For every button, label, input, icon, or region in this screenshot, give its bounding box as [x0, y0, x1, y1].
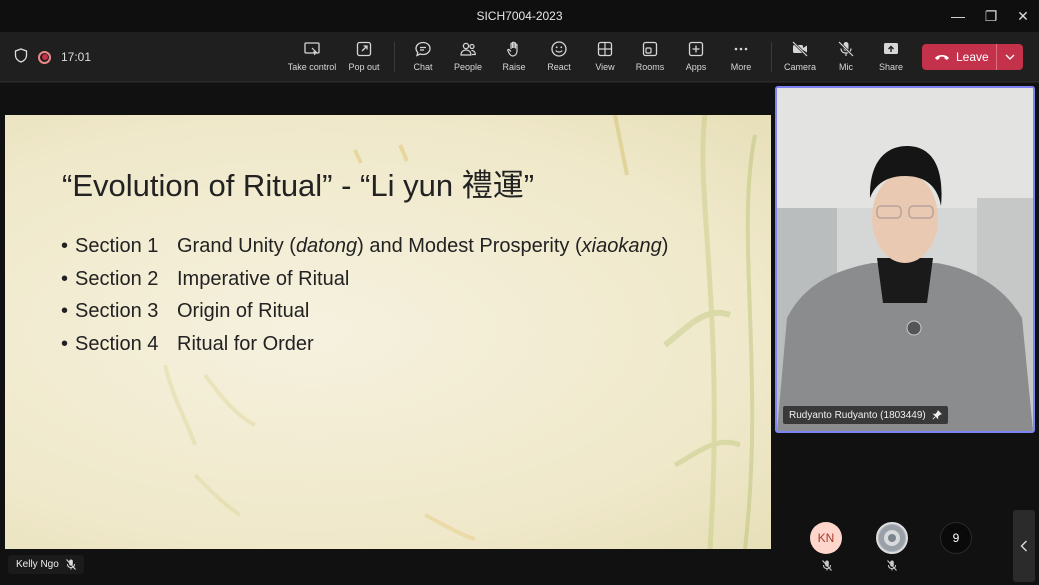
- section-title: Origin of Ritual: [177, 300, 310, 322]
- presenter-name: Kelly Ngo: [16, 559, 59, 570]
- section-text-part: ) and Modest Prosperity (: [357, 235, 582, 257]
- take-control-icon: [304, 42, 320, 56]
- participant-nameplate: Rudyanto Rudyanto (1803449): [783, 406, 948, 424]
- pop-out-button[interactable]: Pop out: [337, 40, 391, 80]
- people-label: People: [453, 62, 483, 72]
- phone-hangup-icon: [935, 55, 949, 60]
- section-number: Section 3: [75, 300, 159, 322]
- pin-icon[interactable]: [932, 410, 942, 420]
- participant-name: Rudyanto Rudyanto (1803449): [789, 409, 926, 421]
- mic-off-icon: [838, 41, 854, 57]
- mic-label: Mic: [839, 62, 853, 72]
- leave-main[interactable]: Leave: [922, 44, 997, 70]
- take-control-label: Take control: [287, 62, 337, 72]
- apps-label: Apps: [685, 62, 707, 72]
- overflow-count: 9: [952, 531, 960, 545]
- leave-button[interactable]: Leave: [922, 44, 1023, 70]
- window-title: SICH7004-2023: [476, 9, 563, 23]
- chevron-left-icon: [1020, 540, 1027, 552]
- rooms-label: Rooms: [635, 62, 665, 72]
- recording-icon: [38, 50, 51, 64]
- leave-label: Leave: [956, 50, 989, 64]
- section-title: Grand Unity (datong) and Modest Prosperi…: [177, 230, 668, 263]
- camera-label: Camera: [783, 62, 816, 72]
- mic-off-icon: [887, 560, 897, 574]
- camera-off-icon: [792, 41, 808, 57]
- list-item: • Section 4 Ritual for Order: [61, 328, 668, 361]
- more-participants-button[interactable]: 9: [940, 522, 972, 554]
- list-item: • Section 2 Imperative of Ritual: [61, 263, 668, 296]
- section-number: Section 1: [75, 235, 159, 257]
- take-control-button[interactable]: Take control: [285, 40, 339, 80]
- meeting-toolbar: 17:01 Take control Pop out Chat People R…: [0, 32, 1039, 82]
- add-icon: [688, 41, 704, 57]
- more-label: More: [730, 62, 752, 72]
- section-text-italic: datong: [295, 235, 358, 257]
- bullet: •: [61, 235, 69, 257]
- meeting-timer: 17:01: [61, 50, 92, 64]
- pop-out-icon: [356, 41, 372, 57]
- avatar-initials: KN: [817, 531, 835, 545]
- section-number: Section 2: [75, 267, 159, 290]
- bullet: •: [61, 332, 69, 355]
- chat-label: Chat: [413, 62, 433, 72]
- section-text-part: Grand Unity (: [177, 235, 296, 257]
- mic-off-icon: [65, 559, 76, 570]
- slide-title: “Evolution of Ritual” - “Li yun 禮運”: [62, 168, 535, 203]
- minimize-button[interactable]: —: [944, 4, 972, 28]
- avatar[interactable]: [876, 522, 908, 554]
- react-label: React: [547, 62, 571, 72]
- grid-icon: [597, 41, 613, 57]
- restore-button[interactable]: ❐: [977, 4, 1005, 28]
- section-list: • Section 1 Grand Unity (datong) and Mod…: [61, 230, 668, 360]
- view-label: View: [595, 62, 615, 72]
- section-text-italic: xiaokang: [581, 235, 662, 257]
- avatar[interactable]: KN: [810, 522, 842, 554]
- section-title: Ritual for Order: [177, 332, 314, 355]
- hand-icon: [507, 41, 518, 57]
- profile-photo-icon: [879, 525, 905, 551]
- more-button[interactable]: More: [714, 40, 768, 80]
- share-button[interactable]: Share: [864, 40, 918, 80]
- list-item: • Section 3 Origin of Ritual: [61, 295, 668, 328]
- toolbar-divider: [771, 42, 772, 72]
- people-icon: [460, 42, 476, 56]
- more-icon: [734, 47, 748, 51]
- title-bar: SICH7004-2023 — ❐ ✕: [0, 0, 1039, 32]
- meeting-info: 17:01: [14, 48, 91, 66]
- close-button[interactable]: ✕: [1009, 4, 1037, 28]
- toolbar-divider: [394, 42, 395, 72]
- rooms-icon: [642, 41, 658, 57]
- bullet: •: [61, 267, 69, 290]
- share-icon: [884, 43, 898, 54]
- section-title: Imperative of Ritual: [177, 267, 350, 290]
- smiley-icon: [551, 41, 567, 57]
- shield-icon[interactable]: [14, 48, 28, 66]
- participant-video-frame: [777, 88, 1033, 431]
- bullet: •: [61, 300, 69, 322]
- list-item: • Section 1 Grand Unity (datong) and Mod…: [61, 230, 668, 263]
- pinned-participant-video[interactable]: Rudyanto Rudyanto (1803449): [775, 86, 1035, 433]
- section-number: Section 4: [75, 332, 159, 355]
- mic-off-icon: [822, 560, 832, 574]
- pop-out-label: Pop out: [348, 62, 380, 72]
- share-label: Share: [878, 62, 904, 72]
- section-text-part: ): [661, 235, 669, 257]
- chat-icon: [415, 41, 431, 57]
- shared-slide: “Evolution of Ritual” - “Li yun 禮運” • Se…: [5, 115, 771, 549]
- expand-gallery-button[interactable]: [1013, 510, 1035, 582]
- presenter-nameplate: Kelly Ngo: [8, 555, 84, 574]
- leave-options-chevron-icon[interactable]: [997, 54, 1023, 60]
- raise-label: Raise: [502, 62, 526, 72]
